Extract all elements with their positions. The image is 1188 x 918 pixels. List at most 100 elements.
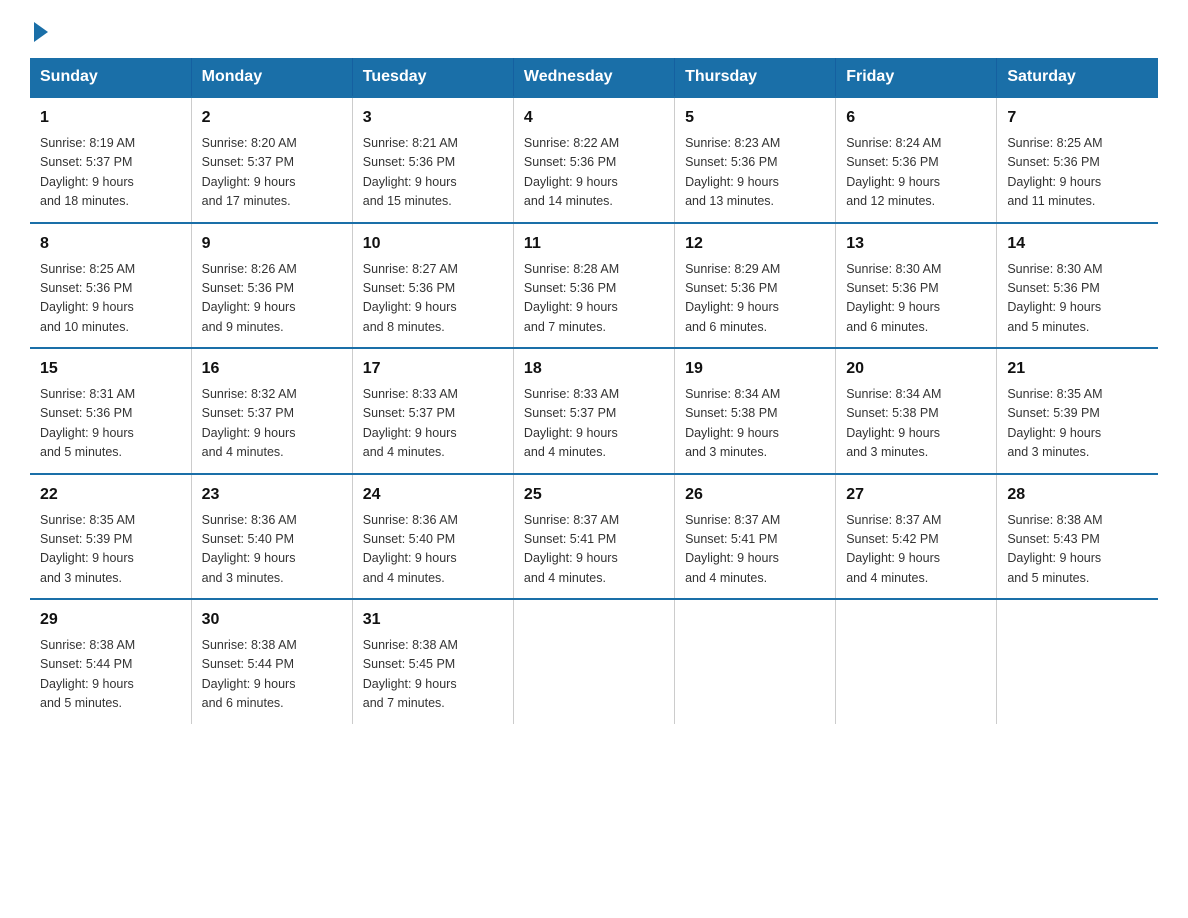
col-header-wednesday: Wednesday	[513, 58, 674, 97]
day-info: Sunrise: 8:35 AMSunset: 5:39 PMDaylight:…	[1007, 385, 1148, 463]
day-number: 1	[40, 106, 181, 130]
day-info: Sunrise: 8:32 AMSunset: 5:37 PMDaylight:…	[202, 385, 342, 463]
calendar-cell: 3Sunrise: 8:21 AMSunset: 5:36 PMDaylight…	[352, 97, 513, 223]
calendar-cell: 28 Sunrise: 8:38 AMSunset: 5:43 PMDayligh…	[997, 474, 1158, 600]
calendar-cell: 17 Sunrise: 8:33 AMSunset: 5:37 PMDayligh…	[352, 348, 513, 474]
calendar-cell: 9Sunrise: 8:26 AMSunset: 5:36 PMDaylight…	[191, 223, 352, 349]
day-number: 22	[40, 483, 181, 507]
day-info: Sunrise: 8:28 AMSunset: 5:36 PMDaylight:…	[524, 260, 664, 338]
calendar-cell: 21 Sunrise: 8:35 AMSunset: 5:39 PMDayligh…	[997, 348, 1158, 474]
calendar-cell: 24 Sunrise: 8:36 AMSunset: 5:40 PMDayligh…	[352, 474, 513, 600]
day-info: Sunrise: 8:38 AMSunset: 5:45 PMDaylight:…	[363, 636, 503, 714]
day-info: Sunrise: 8:31 AMSunset: 5:36 PMDaylight:…	[40, 385, 181, 463]
day-number: 5	[685, 106, 825, 130]
day-info: Sunrise: 8:22 AMSunset: 5:36 PMDaylight:…	[524, 134, 664, 212]
day-number: 12	[685, 232, 825, 256]
calendar-cell: 16 Sunrise: 8:32 AMSunset: 5:37 PMDayligh…	[191, 348, 352, 474]
col-header-thursday: Thursday	[675, 58, 836, 97]
day-info: Sunrise: 8:23 AMSunset: 5:36 PMDaylight:…	[685, 134, 825, 212]
calendar-cell: 5 Sunrise: 8:23 AMSunset: 5:36 PMDaylight…	[675, 97, 836, 223]
day-number: 20	[846, 357, 986, 381]
day-info: Sunrise: 8:37 AMSunset: 5:41 PMDaylight:…	[685, 511, 825, 589]
calendar-cell: 23 Sunrise: 8:36 AMSunset: 5:40 PMDayligh…	[191, 474, 352, 600]
day-number: 27	[846, 483, 986, 507]
day-number: 13	[846, 232, 986, 256]
day-info: Sunrise: 8:33 AMSunset: 5:37 PMDaylight:…	[524, 385, 664, 463]
col-header-saturday: Saturday	[997, 58, 1158, 97]
day-info: Sunrise: 8:38 AMSunset: 5:44 PMDaylight:…	[40, 636, 181, 714]
day-number: 14	[1007, 232, 1148, 256]
calendar-cell: 12 Sunrise: 8:29 AMSunset: 5:36 PMDayligh…	[675, 223, 836, 349]
day-info: Sunrise: 8:19 AMSunset: 5:37 PMDaylight:…	[40, 134, 181, 212]
day-info: Sunrise: 8:30 AMSunset: 5:36 PMDaylight:…	[846, 260, 986, 338]
day-info: Sunrise: 8:25 AMSunset: 5:36 PMDaylight:…	[1007, 134, 1148, 212]
day-number: 30	[202, 608, 342, 632]
day-info: Sunrise: 8:38 AMSunset: 5:44 PMDaylight:…	[202, 636, 342, 714]
logo-arrow-icon	[34, 22, 48, 42]
calendar-cell: 29 Sunrise: 8:38 AMSunset: 5:44 PMDayligh…	[30, 599, 191, 724]
calendar-cell: 11 Sunrise: 8:28 AMSunset: 5:36 PMDayligh…	[513, 223, 674, 349]
day-number: 29	[40, 608, 181, 632]
calendar-cell: 22 Sunrise: 8:35 AMSunset: 5:39 PMDayligh…	[30, 474, 191, 600]
calendar-week-row: 1 Sunrise: 8:19 AMSunset: 5:37 PMDaylight…	[30, 97, 1158, 223]
day-info: Sunrise: 8:36 AMSunset: 5:40 PMDaylight:…	[202, 511, 342, 589]
logo	[30, 20, 48, 38]
day-number: 24	[363, 483, 503, 507]
day-number: 6	[846, 106, 986, 130]
calendar-cell: 26Sunrise: 8:37 AMSunset: 5:41 PMDayligh…	[675, 474, 836, 600]
calendar-cell: 4 Sunrise: 8:22 AMSunset: 5:36 PMDaylight…	[513, 97, 674, 223]
calendar-cell: 7Sunrise: 8:25 AMSunset: 5:36 PMDaylight…	[997, 97, 1158, 223]
day-info: Sunrise: 8:33 AMSunset: 5:37 PMDaylight:…	[363, 385, 503, 463]
calendar-cell: 2 Sunrise: 8:20 AMSunset: 5:37 PMDaylight…	[191, 97, 352, 223]
day-number: 28	[1007, 483, 1148, 507]
day-info: Sunrise: 8:37 AMSunset: 5:41 PMDaylight:…	[524, 511, 664, 589]
calendar-cell: 18Sunrise: 8:33 AMSunset: 5:37 PMDayligh…	[513, 348, 674, 474]
day-number: 17	[363, 357, 503, 381]
col-header-sunday: Sunday	[30, 58, 191, 97]
calendar-header-row: SundayMondayTuesdayWednesdayThursdayFrid…	[30, 58, 1158, 97]
calendar-cell: 1 Sunrise: 8:19 AMSunset: 5:37 PMDaylight…	[30, 97, 191, 223]
day-info: Sunrise: 8:29 AMSunset: 5:36 PMDaylight:…	[685, 260, 825, 338]
day-number: 23	[202, 483, 342, 507]
col-header-friday: Friday	[836, 58, 997, 97]
day-number: 19	[685, 357, 825, 381]
calendar-table: SundayMondayTuesdayWednesdayThursdayFrid…	[30, 58, 1158, 724]
day-info: Sunrise: 8:30 AMSunset: 5:36 PMDaylight:…	[1007, 260, 1148, 338]
calendar-week-row: 29 Sunrise: 8:38 AMSunset: 5:44 PMDayligh…	[30, 599, 1158, 724]
day-number: 16	[202, 357, 342, 381]
calendar-cell: 14 Sunrise: 8:30 AMSunset: 5:36 PMDayligh…	[997, 223, 1158, 349]
day-info: Sunrise: 8:25 AMSunset: 5:36 PMDaylight:…	[40, 260, 181, 338]
calendar-week-row: 15Sunrise: 8:31 AMSunset: 5:36 PMDayligh…	[30, 348, 1158, 474]
day-number: 8	[40, 232, 181, 256]
day-number: 2	[202, 106, 342, 130]
calendar-cell	[997, 599, 1158, 724]
day-number: 21	[1007, 357, 1148, 381]
calendar-cell: 31 Sunrise: 8:38 AMSunset: 5:45 PMDayligh…	[352, 599, 513, 724]
day-number: 25	[524, 483, 664, 507]
calendar-cell	[836, 599, 997, 724]
col-header-monday: Monday	[191, 58, 352, 97]
day-number: 31	[363, 608, 503, 632]
calendar-cell: 25 Sunrise: 8:37 AMSunset: 5:41 PMDayligh…	[513, 474, 674, 600]
day-info: Sunrise: 8:20 AMSunset: 5:37 PMDaylight:…	[202, 134, 342, 212]
page-header	[30, 20, 1158, 38]
calendar-cell	[513, 599, 674, 724]
day-info: Sunrise: 8:26 AMSunset: 5:36 PMDaylight:…	[202, 260, 342, 338]
calendar-week-row: 22 Sunrise: 8:35 AMSunset: 5:39 PMDayligh…	[30, 474, 1158, 600]
calendar-cell: 30 Sunrise: 8:38 AMSunset: 5:44 PMDayligh…	[191, 599, 352, 724]
calendar-cell: 19Sunrise: 8:34 AMSunset: 5:38 PMDayligh…	[675, 348, 836, 474]
day-number: 10	[363, 232, 503, 256]
day-number: 3	[363, 106, 503, 130]
day-number: 4	[524, 106, 664, 130]
day-info: Sunrise: 8:38 AMSunset: 5:43 PMDaylight:…	[1007, 511, 1148, 589]
day-info: Sunrise: 8:24 AMSunset: 5:36 PMDaylight:…	[846, 134, 986, 212]
calendar-cell: 15Sunrise: 8:31 AMSunset: 5:36 PMDayligh…	[30, 348, 191, 474]
col-header-tuesday: Tuesday	[352, 58, 513, 97]
calendar-cell	[675, 599, 836, 724]
calendar-cell: 8 Sunrise: 8:25 AMSunset: 5:36 PMDaylight…	[30, 223, 191, 349]
day-info: Sunrise: 8:35 AMSunset: 5:39 PMDaylight:…	[40, 511, 181, 589]
day-number: 11	[524, 232, 664, 256]
calendar-cell: 27Sunrise: 8:37 AMSunset: 5:42 PMDayligh…	[836, 474, 997, 600]
calendar-cell: 10Sunrise: 8:27 AMSunset: 5:36 PMDayligh…	[352, 223, 513, 349]
day-info: Sunrise: 8:36 AMSunset: 5:40 PMDaylight:…	[363, 511, 503, 589]
